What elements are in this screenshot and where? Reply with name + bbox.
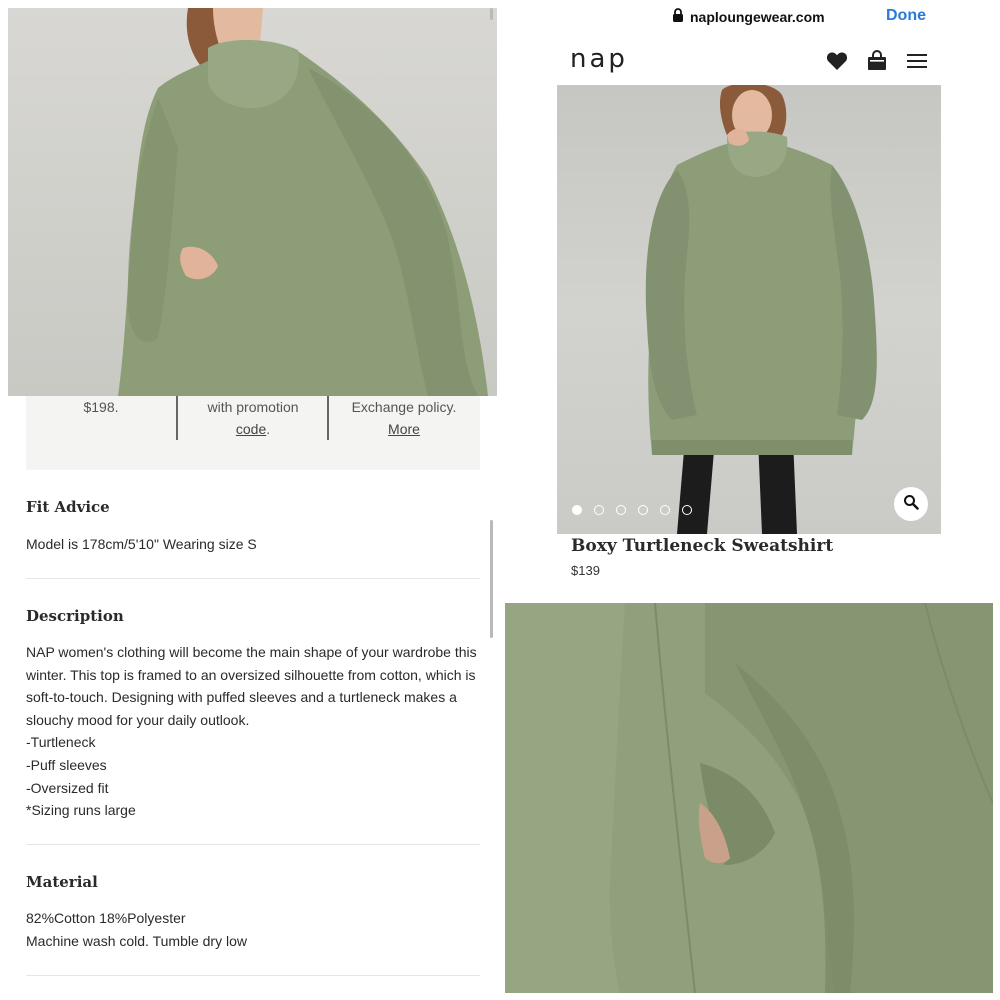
promo-info-box: $198. with promotion code. Exchange poli… [26,396,480,470]
exchange-more-link[interactable]: More [388,421,420,437]
material-line: Machine wash cold. Tumble dry low [26,932,247,949]
description-line: *Sizing runs large [26,802,136,819]
left-panel: $198. with promotion code. Exchange poli… [0,0,500,1000]
promo-exchange-text: Exchange policy. [351,399,457,415]
carousel-dot[interactable] [682,505,692,515]
promo-cell-exchange: Exchange policy. More [329,396,479,470]
zoom-button[interactable] [894,487,928,521]
description-line: slouchy mood for your daily outlook. [26,711,250,728]
description-line: -Turtleneck [26,734,96,751]
nap-logo[interactable]: nap [570,44,628,74]
carousel-dot[interactable] [572,505,582,515]
promo-code-period: . [266,421,271,437]
description-line: soft-to-touch. Designing with puffed sle… [26,689,457,706]
description-line: -Puff sleeves [26,756,107,773]
section-divider [26,578,480,579]
done-button[interactable]: Done [886,7,926,25]
lock-icon [672,8,684,26]
header-icons [824,48,930,74]
shopping-bag-icon[interactable] [864,48,890,74]
product-photo-closeup [8,8,497,396]
promo-cell-promotion: with promotion code. [178,396,328,470]
product-title: Boxy Turtleneck Sweatshirt [571,536,834,556]
promo-code-link[interactable]: code [236,421,266,437]
browser-url-bar[interactable]: naploungewear.com [672,7,825,27]
page-scrollbar[interactable] [490,520,493,638]
fit-advice-title: Fit Advice [26,498,110,516]
material-line: 82%Cotton 18%Polyester [26,910,186,926]
material-title: Material [26,873,98,891]
product-price: $139 [571,563,600,578]
description-line: NAP women's clothing will become the mai… [26,644,477,660]
carousel-dots [572,505,692,515]
fit-advice-text: Model is 178cm/5'10" Wearing size S [26,536,257,552]
carousel-dot[interactable] [594,505,604,515]
section-divider [26,844,480,845]
product-detail-photo [505,603,993,993]
description-line: winter. This top is framed to an oversiz… [26,666,476,683]
material-text: 82%Cotton 18%Polyester Machine wash cold… [26,907,486,952]
right-panel: naploungewear.com Done nap Boxy Turtlene… [500,0,1000,1000]
description-title: Description [26,607,124,625]
description-text: NAP women's clothing will become the mai… [26,641,486,822]
product-hero-image[interactable] [557,85,941,534]
carousel-dot[interactable] [660,505,670,515]
description-line: -Oversized fit [26,779,109,796]
browser-url-text: naploungewear.com [690,9,825,25]
promo-promotion-text: with promotion [207,399,299,415]
section-divider [26,975,480,976]
heart-icon[interactable] [824,48,850,74]
carousel-dot[interactable] [616,505,626,515]
magnifier-icon [903,494,919,515]
top-scroll-indicator[interactable] [490,8,493,20]
promo-cell-price: $198. [26,396,176,470]
promo-price-text: $198. [83,399,119,415]
promo-code-line: code. [178,418,328,440]
carousel-dot[interactable] [638,505,648,515]
menu-icon[interactable] [904,48,930,74]
